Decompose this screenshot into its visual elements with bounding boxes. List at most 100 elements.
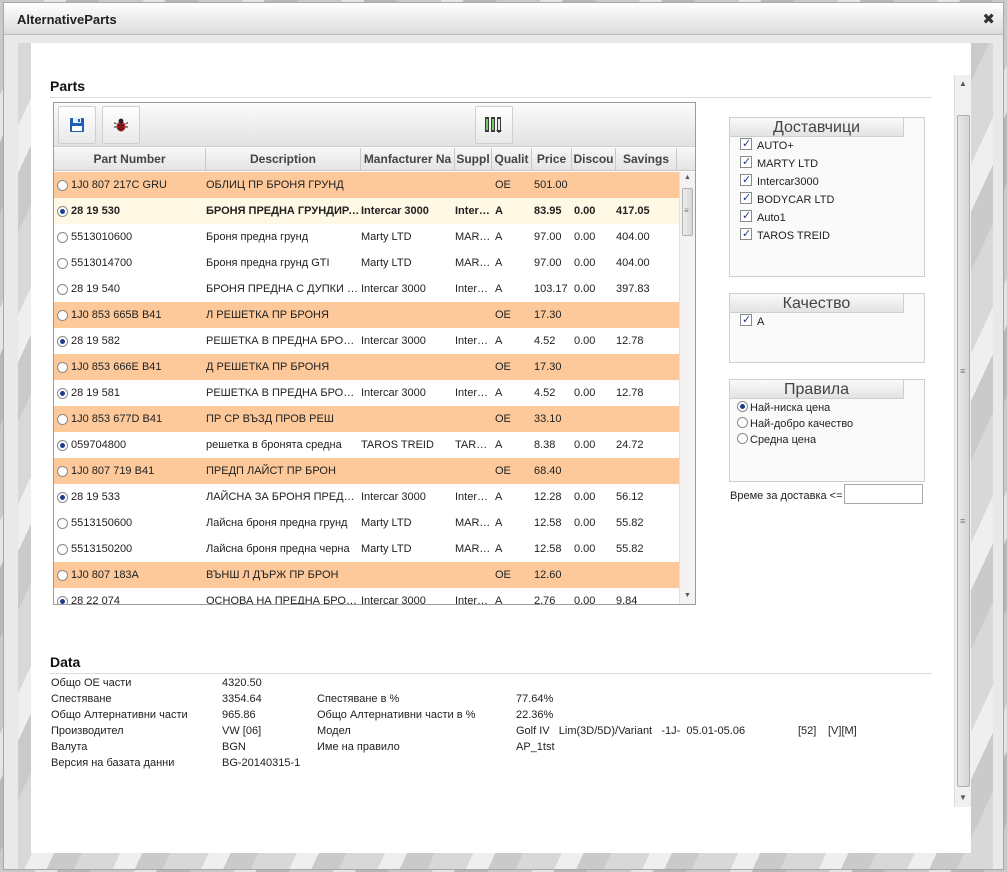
data-label: Общо ОЕ части (51, 677, 132, 689)
columns-button[interactable] (475, 106, 513, 144)
row-radio-button[interactable] (57, 232, 68, 243)
price-cell: 8.38 (534, 439, 556, 451)
manufacturer-cell (361, 302, 455, 328)
delivery-time-input[interactable] (844, 484, 923, 504)
radio-button[interactable] (737, 432, 748, 444)
column-header-description[interactable]: Description (206, 148, 361, 171)
supplier-option[interactable]: BODYCAR LTD (740, 191, 835, 209)
price-cell: 33.10 (534, 413, 562, 425)
data-value: AP_1tst (516, 741, 555, 753)
grid-scroll-thumb[interactable]: ≡ (682, 188, 693, 236)
quality-cell: OE (495, 179, 511, 191)
radio-button[interactable] (737, 400, 748, 412)
alternative-part-row[interactable]: 28 19 530 БРОНЯ ПРЕДНА ГРУНДИРАНА Intercar… (54, 198, 679, 224)
row-radio-button[interactable] (57, 544, 68, 555)
savings-cell: 404.00 (616, 257, 650, 269)
row-radio-button[interactable] (57, 414, 68, 425)
column-header-savings[interactable]: Savings (616, 148, 677, 171)
column-header-price[interactable]: Price (532, 148, 572, 171)
manufacturer-cell: Intercar 3000 (361, 283, 426, 295)
save-button[interactable] (58, 106, 96, 144)
grid-toolbar (54, 103, 695, 147)
checkbox[interactable] (740, 313, 752, 327)
window-titlebar[interactable]: AlternativeParts ✖ (4, 3, 1003, 35)
row-radio-button[interactable] (57, 362, 68, 373)
oe-part-row[interactable]: 1J0 853 677D B41 ПР СР ВЪЗД ПРОВ РЕШ OE 33.… (54, 406, 679, 432)
manufacturer-cell (361, 406, 455, 432)
alternative-part-row[interactable]: 5513150200 Лайсна броня предна черна Marty… (54, 536, 679, 562)
alternative-part-row[interactable]: 28 19 581РЕШЕТКА В ПРЕДНА БРОНЯ ДЯСНАInt… (54, 380, 679, 406)
row-radio-button[interactable] (57, 466, 68, 477)
row-radio-button[interactable] (57, 440, 68, 451)
row-radio-button[interactable] (57, 492, 68, 503)
row-radio-button[interactable] (57, 596, 68, 604)
rule-option[interactable]: Средна цена (737, 432, 816, 449)
column-header-part-number[interactable]: Part Number (54, 148, 206, 171)
savings-cell (616, 354, 677, 380)
debug-button[interactable] (102, 106, 140, 144)
alternative-part-row[interactable]: 5513150600 Лайсна броня предна грунд Marty… (54, 510, 679, 536)
grid-scrollbar[interactable]: ▲ ≡ ▼ (679, 172, 695, 604)
oe-part-row[interactable]: 1J0 853 665B B41 Л РЕШЕТКА ПР БРОНЯ OE 17.3… (54, 302, 679, 328)
row-radio-button[interactable] (57, 258, 68, 269)
description-cell: ОСНОВА НА ПРЕДНА БРОНЯ ЛЯВА (206, 595, 361, 605)
dialog-scroll-thumb[interactable]: ≡ ≡ (957, 115, 970, 787)
scroll-down-arrow-icon[interactable]: ▼ (959, 793, 967, 802)
checkbox[interactable] (740, 137, 752, 151)
oe-part-row[interactable]: 1J0 853 666E B41 Д РЕШЕТКА ПР БРОНЯ OE 17.3… (54, 354, 679, 380)
column-header-manufacturer[interactable]: Manfacturer Na (361, 148, 455, 171)
dialog-scrollbar[interactable]: ▲ ≡ ≡ ▼ (954, 75, 971, 807)
checkbox[interactable] (740, 191, 752, 205)
row-radio-button[interactable] (57, 570, 68, 581)
alternative-part-row[interactable]: 5513010600 Броня предна грунд Marty LTD MAR… (54, 224, 679, 250)
scroll-up-arrow-icon[interactable]: ▲ (959, 79, 967, 88)
rule-option[interactable]: Най-ниска цена (737, 400, 830, 417)
supplier-label: BODYCAR LTD (757, 194, 835, 206)
quality-option[interactable]: A (740, 313, 765, 331)
column-header-quality[interactable]: Qualit (492, 148, 532, 171)
checkbox[interactable] (740, 209, 752, 223)
supplier-option[interactable]: Auto1 (740, 209, 786, 227)
row-radio-button[interactable] (57, 284, 68, 295)
checkbox[interactable] (740, 173, 752, 187)
alternative-part-row[interactable]: 5513014700 Броня предна грунд GTI Marty LT… (54, 250, 679, 276)
supplier-option[interactable]: TAROS TREID (740, 227, 830, 245)
data-value: 965.86 (222, 709, 256, 721)
column-header-supplier[interactable]: Suppl (455, 148, 492, 171)
part-number-cell: 1J0 807 719 B41 (71, 465, 155, 477)
column-header-discount[interactable]: Discou (572, 148, 616, 171)
data-label: Спестяване в % (317, 693, 400, 705)
radio-button[interactable] (737, 416, 748, 428)
supplier-option[interactable]: AUTO+ (740, 137, 794, 155)
supplier-option[interactable]: Intercar3000 (740, 173, 819, 191)
oe-part-row[interactable]: 1J0 807 217C GRU ОБЛИЦ ПР БРОНЯ ГРУНД OE 50… (54, 172, 679, 198)
grid-scroll-down-icon[interactable]: ▼ (684, 592, 691, 599)
supplier-option[interactable]: MARTY LTD (740, 155, 818, 173)
oe-part-row[interactable]: 1J0 807 183A ВЪНШ Л ДЪРЖ ПР БРОН OE 12.60 (54, 562, 679, 588)
row-radio-button[interactable] (57, 180, 68, 191)
checkbox[interactable] (740, 227, 752, 241)
row-radio-button[interactable] (57, 518, 68, 529)
data-heading: Data (50, 654, 81, 670)
row-radio-button[interactable] (57, 336, 68, 347)
savings-cell: 9.84 (616, 595, 638, 605)
rule-option[interactable]: Най-добро качество (737, 416, 853, 433)
oe-part-row[interactable]: 1J0 807 719 B41 ПРЕДП ЛАЙСТ ПР БРОН OE 68.4… (54, 458, 679, 484)
alternative-part-row[interactable]: 28 19 582РЕШЕТКА В ПРЕДНА БРОНЯ ЛЯВАInte… (54, 328, 679, 354)
alternative-part-row[interactable]: 28 19 533ЛАЙСНА ЗА БРОНЯ ПРЕДНА СРЕДНАIn… (54, 484, 679, 510)
discount-cell: 0.00 (574, 543, 596, 555)
row-radio-button[interactable] (57, 206, 68, 217)
price-cell: 12.58 (534, 543, 562, 555)
row-radio-button[interactable] (57, 310, 68, 321)
grid-scroll-up-icon[interactable]: ▲ (684, 174, 691, 181)
alternative-part-row[interactable]: 28 19 540 БРОНЯ ПРЕДНА С ДУПКИ ЗА ХАЛОГЕН… (54, 276, 679, 302)
alternative-part-row[interactable]: 28 22 074ОСНОВА НА ПРЕДНА БРОНЯ ЛЯВАInte… (54, 588, 679, 605)
checkbox[interactable] (740, 155, 752, 169)
data-label: Общо Алтернативни части в % (317, 709, 476, 721)
description-cell: Лайсна броня предна грунд (206, 517, 348, 529)
alternative-part-row[interactable]: 059704800 решетка в бронята средна TAROS T… (54, 432, 679, 458)
quality-label: A (757, 316, 765, 328)
close-icon[interactable]: ✖ (982, 10, 995, 28)
grip-icon: ≡ (960, 516, 966, 526)
row-radio-button[interactable] (57, 388, 68, 399)
